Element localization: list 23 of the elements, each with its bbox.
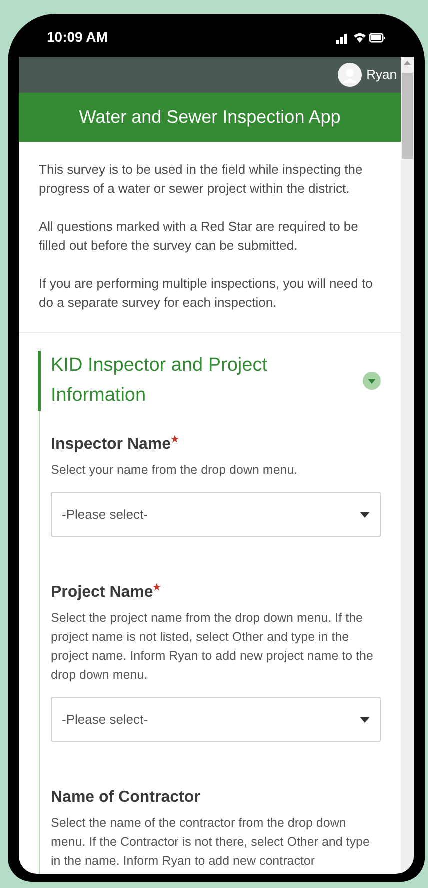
- select-placeholder: -Please select-: [62, 506, 148, 524]
- status-time: 10:09 AM: [47, 28, 108, 47]
- question-label: Name of Contractor: [51, 788, 200, 808]
- section-title[interactable]: KID Inspector and Project Information: [51, 351, 363, 411]
- intro-paragraph: If you are performing multiple inspections, you will need to do a separate survey for each inspection.: [39, 275, 374, 312]
- select-field[interactable]: -Please select-: [51, 697, 381, 742]
- question-hint: Select the project name from the drop down menu. If the project name is not listed, select Other and type in the project name. Inform Ryan to add new project name to the drop down menu.: [51, 610, 374, 684]
- question-hint: Select the name of the contractor from the drop down menu. If the Contractor is not there, select Other and type in the name. Inform Ryan to add new contractor: [51, 815, 371, 870]
- avatar-icon[interactable]: [338, 63, 362, 87]
- question-hint: Select your name from the drop down menu.: [51, 462, 299, 479]
- user-name[interactable]: Ryan: [366, 65, 397, 85]
- intro-paragraph: This survey is to be used in the field while inspecting the progress of a water or sewer project within the district.: [39, 161, 364, 198]
- collapse-icon[interactable]: [363, 372, 381, 390]
- question-label: Inspector Name: [51, 435, 172, 455]
- caret-icon: [360, 512, 370, 518]
- select-placeholder: -Please select-: [62, 710, 148, 729]
- app-title: Water and Sewer Inspection App: [79, 106, 341, 129]
- status-icons: [336, 32, 386, 44]
- question-label: Project Name: [51, 583, 154, 603]
- scrollbar[interactable]: [401, 57, 414, 874]
- select-field[interactable]: -Please select-: [51, 492, 381, 537]
- caret-icon: [360, 716, 370, 722]
- intro-paragraph: All questions marked with a Red Star are required to be filled out before the survey can be submitted.: [39, 218, 360, 255]
